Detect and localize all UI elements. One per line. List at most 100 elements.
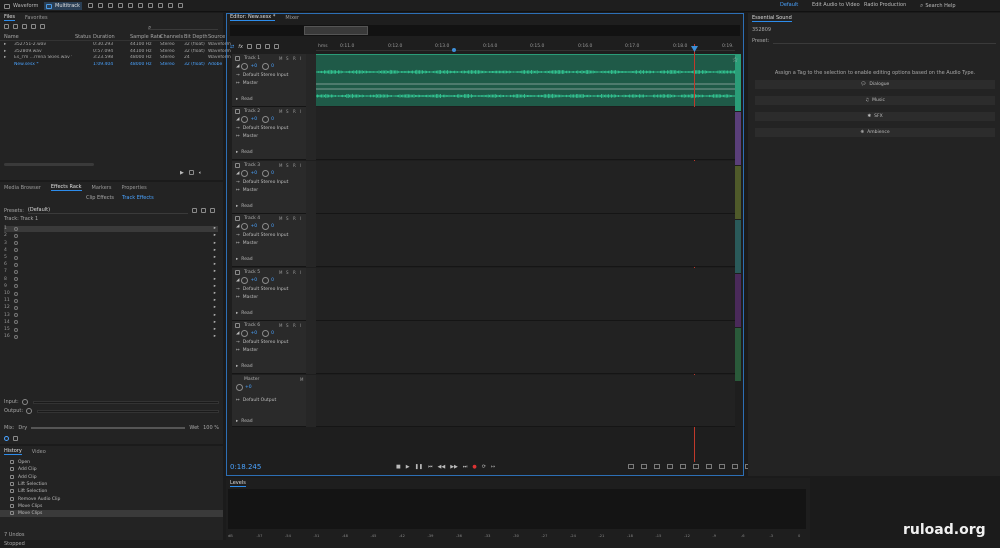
col-bit-depth[interactable]: Bit Depth bbox=[184, 34, 208, 40]
insert-icon[interactable] bbox=[31, 24, 36, 29]
track-i-button[interactable]: I bbox=[300, 323, 301, 328]
track-header[interactable]: Track 5 M S R I ◢ +0 0 → Default Stereo Input ↦ Mas… bbox=[232, 268, 306, 321]
slot-menu-arrow-icon[interactable]: ▸ bbox=[214, 226, 216, 231]
slot-power-icon[interactable] bbox=[14, 226, 18, 231]
track-name[interactable]: Track 1 bbox=[244, 56, 260, 61]
history-item[interactable]: Lift Selection bbox=[0, 488, 223, 495]
col-source[interactable]: Source bbox=[208, 34, 225, 40]
slot-menu-arrow-icon[interactable]: ▸ bbox=[214, 262, 216, 267]
history-item[interactable]: Add Clip bbox=[0, 474, 223, 481]
track-lane[interactable] bbox=[316, 321, 735, 374]
effect-slot[interactable]: 12 ▸ bbox=[4, 305, 218, 311]
file-row[interactable]: ▸ 352809.wav 0:57.094 44100 Hz Stereo 32 (flo… bbox=[0, 49, 231, 55]
track-m-button[interactable]: M bbox=[279, 216, 282, 221]
track-m-button[interactable]: M bbox=[279, 163, 282, 168]
track-m-button[interactable]: M bbox=[279, 109, 282, 114]
zoom-in-amplitude-icon[interactable] bbox=[628, 464, 634, 469]
play-preview-icon[interactable]: ▶ bbox=[180, 170, 184, 176]
track-s-button[interactable]: S bbox=[286, 163, 289, 168]
track-s-button[interactable]: S bbox=[286, 323, 289, 328]
track-header[interactable]: Track 2 M S R I ◢ +0 0 → Default Stereo Input ↦ Mas… bbox=[232, 107, 306, 160]
tab-files[interactable]: Files bbox=[4, 14, 15, 21]
effect-slot[interactable]: 8 ▸ bbox=[4, 276, 218, 282]
col-duration[interactable]: Duration bbox=[93, 34, 115, 40]
effect-slot[interactable]: 7 ▸ bbox=[4, 269, 218, 275]
multitrack-view-button[interactable]: Multitrack bbox=[44, 2, 82, 10]
pause-icon[interactable]: ❚❚ bbox=[415, 464, 423, 470]
track-header[interactable]: Track 3 M S R I ◢ +0 0 → Default Stereo Input ↦ Mas… bbox=[232, 161, 306, 214]
effect-slot[interactable]: 1 ▸ bbox=[4, 226, 218, 232]
track-r-button[interactable]: R bbox=[293, 109, 296, 114]
track-s-button[interactable]: S bbox=[286, 270, 289, 275]
track-lane[interactable] bbox=[316, 107, 735, 160]
slot-power-icon[interactable] bbox=[14, 277, 18, 282]
pan-value[interactable]: 0 bbox=[271, 117, 274, 122]
workspace-radio-production[interactable]: Radio Production bbox=[864, 2, 906, 10]
input-row[interactable]: → Default Stereo Input bbox=[236, 179, 302, 185]
files-search[interactable]: ⌕ bbox=[148, 24, 218, 31]
brush-icon[interactable] bbox=[168, 3, 173, 8]
effect-slot[interactable]: 9 ▸ bbox=[4, 284, 218, 290]
slot-power-icon[interactable] bbox=[14, 262, 18, 267]
track-header[interactable]: Track 1 M S R I ◢ +0 0 → Default Stereo Input ↦ Mas… bbox=[232, 54, 306, 107]
lasso-icon[interactable] bbox=[158, 3, 163, 8]
skip-icon[interactable]: ↦ bbox=[491, 464, 495, 470]
effect-slot[interactable]: 10 ▸ bbox=[4, 291, 218, 297]
tab-clip-effects[interactable]: Clip Effects bbox=[86, 195, 114, 201]
eq-icon[interactable] bbox=[255, 44, 261, 49]
track-lane[interactable] bbox=[316, 214, 735, 267]
pan-knob[interactable] bbox=[262, 115, 270, 123]
pan-knob[interactable] bbox=[262, 169, 270, 177]
automation-icon[interactable]: ◢ bbox=[236, 331, 239, 336]
col-channels[interactable]: Channels bbox=[160, 34, 183, 40]
save-preset-icon[interactable] bbox=[191, 208, 197, 213]
automation-icon[interactable]: ◢ bbox=[236, 64, 239, 69]
input-row[interactable]: → Default Stereo Input bbox=[236, 339, 302, 345]
input-row[interactable]: → Default Stereo Input bbox=[236, 232, 302, 238]
zoom-full-icon[interactable] bbox=[680, 464, 686, 469]
favorite-icon[interactable] bbox=[209, 208, 215, 213]
track-m-button[interactable]: M bbox=[279, 323, 282, 328]
zoom-out-time-icon[interactable] bbox=[667, 464, 673, 469]
col-status[interactable]: Status bbox=[75, 34, 91, 40]
expand-arrow-icon[interactable]: ▸ bbox=[4, 49, 6, 54]
close-file-icon[interactable] bbox=[40, 24, 45, 29]
slot-power-icon[interactable] bbox=[14, 241, 18, 246]
col-sample-rate[interactable]: Sample Rate bbox=[130, 34, 162, 40]
history-item[interactable]: Move Clips bbox=[0, 503, 223, 510]
import-icon[interactable] bbox=[22, 24, 27, 29]
slot-menu-arrow-icon[interactable]: ▸ bbox=[214, 269, 216, 274]
razor-tool-icon[interactable] bbox=[118, 3, 123, 8]
tab-track-effects[interactable]: Track Effects bbox=[122, 195, 154, 201]
rewind-icon[interactable]: ◀◀ bbox=[438, 464, 446, 470]
automation-row[interactable]: ▸ Read bbox=[236, 149, 302, 155]
zoom-out-point-icon[interactable] bbox=[719, 464, 725, 469]
slot-power-icon[interactable] bbox=[14, 313, 18, 318]
track-r-button[interactable]: R bbox=[293, 163, 296, 168]
track-s-button[interactable]: S bbox=[286, 56, 289, 61]
loop-playback-icon[interactable]: ⟳ bbox=[482, 464, 486, 470]
automation-row[interactable]: ▸ Read bbox=[236, 363, 302, 369]
volume-knob[interactable] bbox=[241, 62, 249, 70]
time-selection-icon[interactable] bbox=[138, 3, 143, 8]
filter-icon[interactable] bbox=[264, 44, 270, 49]
track-name[interactable]: Track 6 bbox=[244, 323, 260, 328]
pan-knob[interactable] bbox=[262, 276, 270, 284]
slot-menu-arrow-icon[interactable]: ▸ bbox=[214, 305, 216, 310]
track-i-button[interactable]: I bbox=[300, 109, 301, 114]
slot-power-icon[interactable] bbox=[14, 248, 18, 253]
ambience-button[interactable]: ❋ Ambience bbox=[755, 128, 995, 137]
waveform-view-button[interactable]: Waveform bbox=[4, 2, 38, 10]
volume-value[interactable]: +0 bbox=[250, 117, 257, 122]
track-collapse-icon[interactable] bbox=[235, 323, 240, 328]
effect-slot[interactable]: 15 ▸ bbox=[4, 327, 218, 333]
output-row[interactable]: ↦ Master bbox=[236, 240, 302, 246]
slot-power-icon[interactable] bbox=[14, 334, 18, 339]
output-row[interactable]: ↦ Master bbox=[236, 187, 302, 193]
dialogue-button[interactable]: 💬︎ Dialogue bbox=[755, 80, 995, 89]
zoom-selection-icon[interactable] bbox=[693, 464, 699, 469]
rack-power-icon[interactable] bbox=[4, 436, 9, 441]
effect-slot[interactable]: 13 ▸ bbox=[4, 312, 218, 318]
track-r-button[interactable]: R bbox=[293, 270, 296, 275]
track-i-button[interactable]: I bbox=[300, 270, 301, 275]
